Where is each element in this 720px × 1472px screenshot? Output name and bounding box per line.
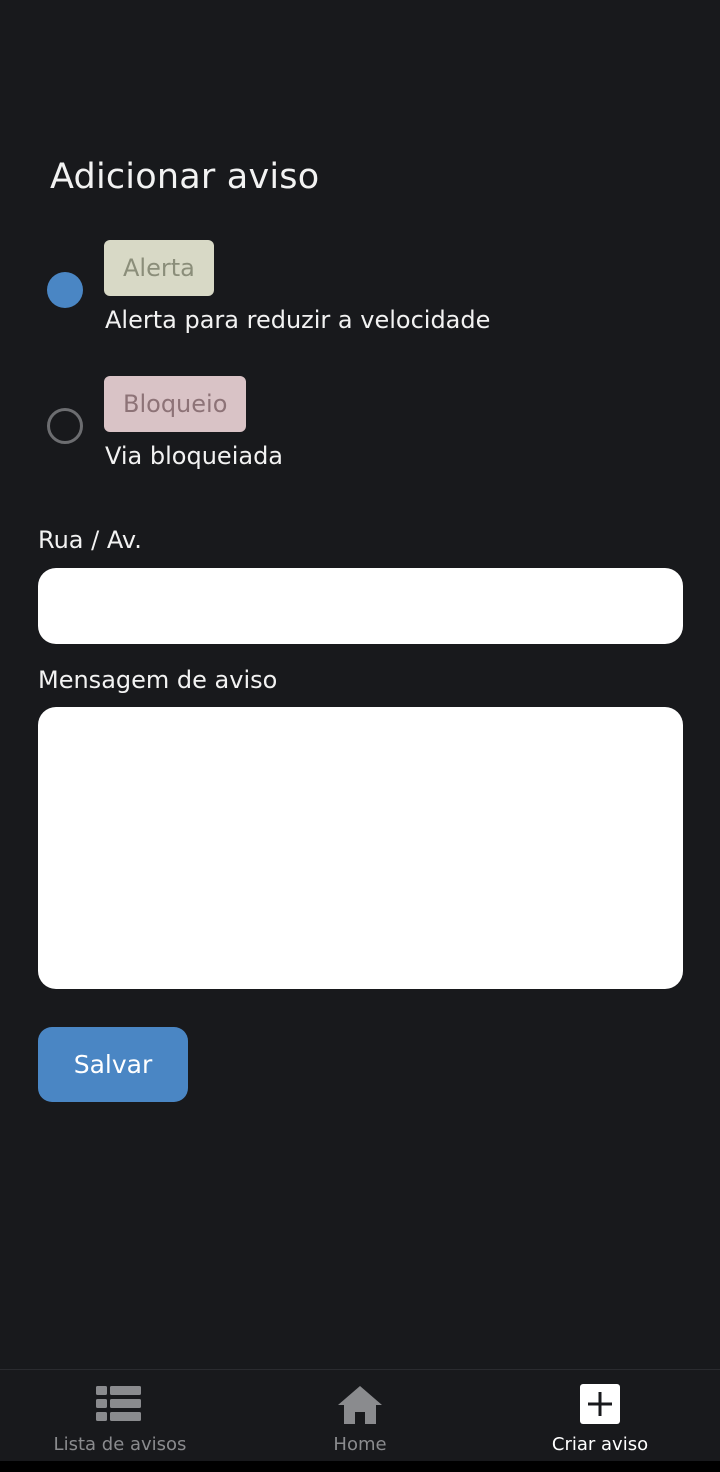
option-alerta-description: Alerta para reduzir a velocidade [105,306,491,334]
message-textarea[interactable] [38,707,683,989]
page-title: Adicionar aviso [50,157,320,197]
option-alerta[interactable]: Alerta Alerta para reduzir a velocidade [0,240,720,350]
add-box-icon [580,1384,620,1424]
home-icon [338,1386,382,1424]
nav-item-lista-de-avisos[interactable]: Lista de avisos [0,1370,240,1462]
option-bloqueio[interactable]: Bloqueio Via bloqueiada [0,376,720,486]
nav-label-lista-de-avisos: Lista de avisos [53,1434,187,1455]
nav-label-home: Home [333,1434,387,1455]
save-button[interactable]: Salvar [38,1027,188,1102]
list-icon [96,1386,141,1421]
message-label: Mensagem de aviso [38,666,278,694]
screen: Adicionar aviso Alerta Alerta para reduz… [0,0,720,1472]
option-bloqueio-description: Via bloqueiada [105,442,284,470]
radio-bloqueio[interactable] [47,408,83,444]
nav-item-home[interactable]: Home [240,1370,480,1462]
tag-alerta: Alerta [104,240,214,296]
street-input[interactable] [38,568,683,644]
bottom-nav: Lista de avisos Home Criar aviso [0,1369,720,1461]
radio-alerta[interactable] [47,272,83,308]
street-label: Rua / Av. [38,526,142,554]
nav-item-criar-aviso[interactable]: Criar aviso [480,1370,720,1462]
system-navigation-bar [0,1461,720,1472]
tag-bloqueio: Bloqueio [104,376,247,432]
nav-label-criar-aviso: Criar aviso [551,1434,649,1455]
